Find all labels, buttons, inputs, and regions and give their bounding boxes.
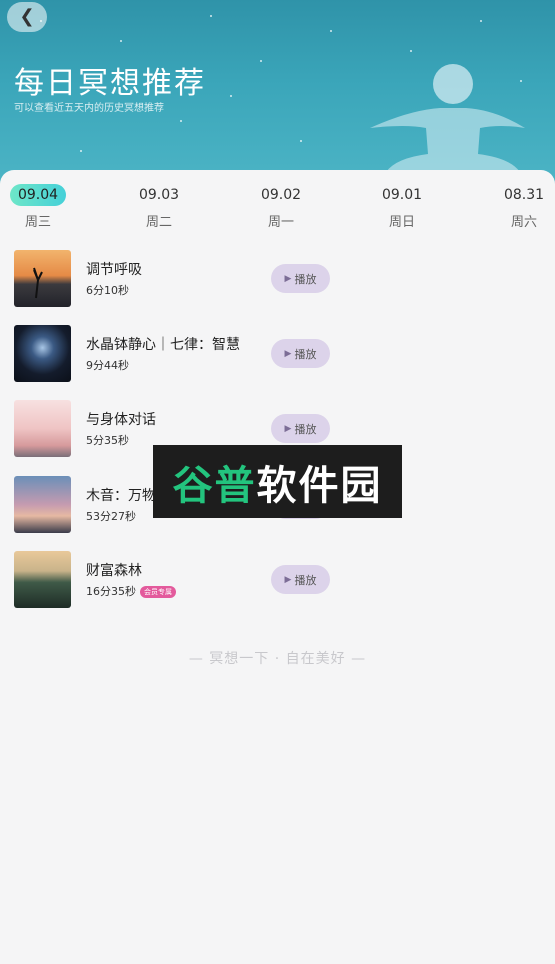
play-label: 播放 <box>294 347 317 361</box>
watermark-brand-1: 谷普 <box>172 462 257 509</box>
item-duration: 6分10秒 <box>86 284 129 297</box>
list-item[interactable]: 调节呼吸 6分10秒 ▶ 播放 <box>14 250 534 308</box>
item-duration: 5分35秒 <box>86 434 129 447</box>
play-icon: ▶ <box>284 423 292 434</box>
watermark-logo: 谷普软件园 <box>153 445 402 518</box>
chevron-left-icon: ❮ <box>19 6 35 27</box>
tab-weekday-label: 周二 <box>145 215 172 230</box>
tab-weekday-label: 周一 <box>267 215 294 230</box>
play-label: 播放 <box>294 272 317 286</box>
play-icon: ▶ <box>284 574 292 585</box>
item-duration-value: 16分35秒 <box>86 585 136 598</box>
thumbnail-image <box>14 476 71 533</box>
tab-date-0903[interactable]: 09.03 周二 <box>129 184 189 230</box>
play-button[interactable]: ▶ 播放 <box>271 414 330 443</box>
tab-date-0901[interactable]: 09.01 周日 <box>372 184 432 230</box>
thumbnail-image <box>14 400 71 457</box>
thumbnail-image <box>14 325 71 382</box>
back-button[interactable]: ❮ <box>7 2 47 32</box>
tab-date-0831[interactable]: 08.31 周六 <box>494 184 554 230</box>
watermark-brand-2: 软件园 <box>256 462 383 509</box>
page-title: 每日冥想推荐 <box>14 66 206 101</box>
item-duration: 53分27秒 <box>86 510 136 523</box>
item-title: 与身体对话 <box>86 412 156 428</box>
tab-date-label: 09.04 <box>9 184 67 206</box>
item-title: 水晶钵静心｜七律：智慧 <box>86 337 240 353</box>
tab-date-0902[interactable]: 09.02 周一 <box>251 184 311 230</box>
play-icon: ▶ <box>284 273 292 284</box>
tab-weekday-label: 周日 <box>388 215 415 230</box>
page-subtitle: 可以查看近五天内的历史冥想推荐 <box>14 103 164 114</box>
tab-date-label: 08.31 <box>503 187 545 203</box>
list-item[interactable]: 财富森林 16分35秒 会员专属 ▶ 播放 <box>14 551 534 609</box>
item-title: 财富森林 <box>86 563 142 579</box>
play-label: 播放 <box>294 573 317 587</box>
date-tabs: 09.04 周三 09.03 周二 09.02 周一 09.01 周日 08.3… <box>0 184 555 232</box>
footer-slogan: — 冥想一下 · 自在美好 — <box>188 651 367 667</box>
thumbnail-image <box>14 250 71 307</box>
tab-date-label: 09.03 <box>138 187 180 203</box>
item-title: 木音：万物 <box>86 488 156 504</box>
tab-weekday-label: 周三 <box>24 215 51 230</box>
play-button[interactable]: ▶ 播放 <box>271 264 330 293</box>
tab-date-label: 09.01 <box>381 187 423 203</box>
vip-badge: 会员专属 <box>140 586 176 598</box>
play-button[interactable]: ▶ 播放 <box>271 565 330 594</box>
item-duration: 16分35秒 会员专属 <box>86 583 176 599</box>
list-item[interactable]: 水晶钵静心｜七律：智慧 9分44秒 ▶ 播放 <box>14 325 534 383</box>
hero-banner: ❮ 每日冥想推荐 可以查看近五天内的历史冥想推荐 <box>0 0 555 190</box>
item-title: 调节呼吸 <box>86 262 142 278</box>
tab-date-0904[interactable]: 09.04 周三 <box>8 184 68 230</box>
item-duration: 9分44秒 <box>86 359 129 372</box>
play-button[interactable]: ▶ 播放 <box>271 339 330 368</box>
tab-weekday-label: 周六 <box>510 215 537 230</box>
play-icon: ▶ <box>284 348 292 359</box>
meditation-figure-icon <box>370 64 525 172</box>
play-label: 播放 <box>294 422 317 436</box>
thumbnail-image <box>14 551 71 608</box>
tab-date-label: 09.02 <box>260 187 302 203</box>
